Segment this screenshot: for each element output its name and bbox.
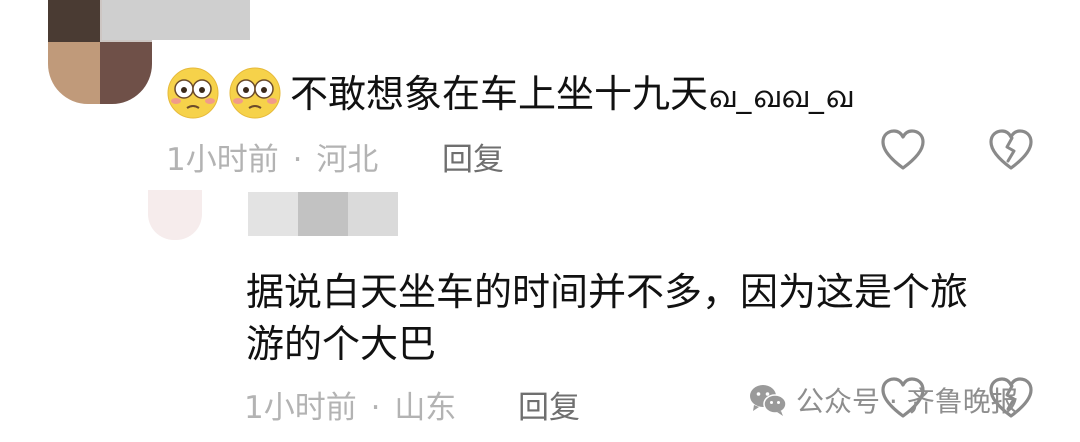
broken-heart-icon[interactable] — [988, 128, 1034, 172]
heart-outline-icon[interactable] — [880, 128, 926, 172]
meta-separator: · — [370, 390, 381, 426]
comment-1-location: 河北 — [316, 142, 379, 178]
watermark-label: 公众号 · 齐鲁晚报 — [796, 385, 1019, 418]
comment-1-body: 不敢想象在车上坐十九天 — [290, 72, 709, 116]
comment-1-kaomoji: ഖ_ഖഖ_ഖ — [708, 80, 854, 115]
comment-2-text-line-1: 据说白天坐车的时间并不多，因为这是个旅 — [246, 270, 969, 314]
comment-1-meta: 1小时前 · 河北 — [166, 134, 378, 179]
comment-2-meta: 1小时前 · 山东 — [244, 382, 456, 427]
comment-1-time: 1小时前 — [166, 142, 279, 178]
username-blurred[interactable] — [102, 0, 250, 40]
comment-1-text: 不敢想象在车上坐十九天ഖ_ഖഖ_ഖ — [290, 68, 853, 124]
flushed-face-emoji-icon — [229, 67, 281, 119]
comment-2-reply-button[interactable]: 回复 — [518, 382, 580, 427]
username-blurred[interactable] — [248, 192, 398, 236]
wechat-watermark: 公众号 · 齐鲁晚报 — [748, 380, 1019, 420]
comment-2-location: 山东 — [394, 390, 457, 426]
meta-separator: · — [292, 142, 303, 178]
wechat-icon — [750, 385, 787, 416]
comment-1-reply-button[interactable]: 回复 — [442, 134, 504, 179]
flushed-face-emoji-icon — [167, 67, 219, 119]
avatar-blurred[interactable] — [148, 190, 202, 240]
comment-2-time: 1小时前 — [244, 390, 357, 426]
comment-2-text-line-2: 游的个大巴 — [246, 322, 437, 366]
